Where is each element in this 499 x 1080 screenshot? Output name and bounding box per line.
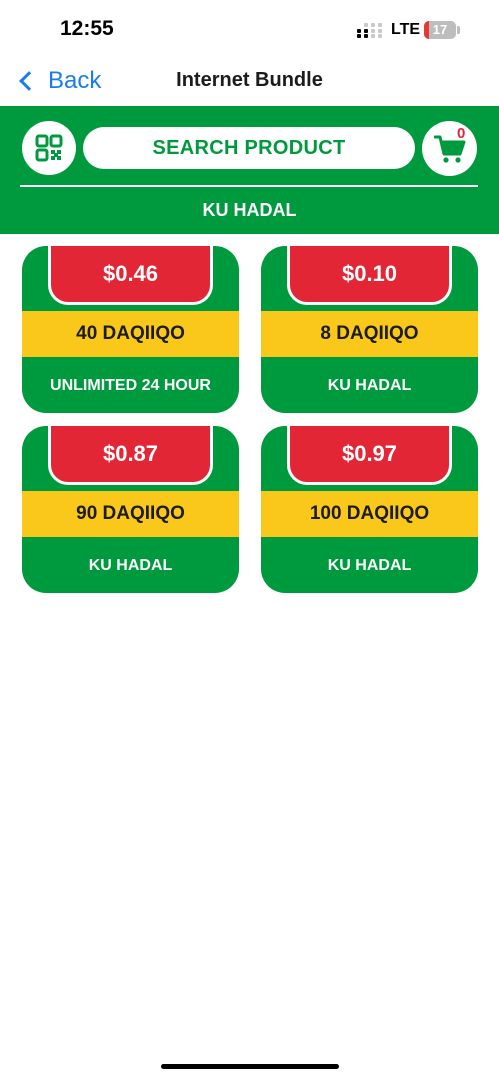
status-time: 12:55 — [60, 17, 114, 40]
product-name: 90 DAQIIQO — [76, 503, 185, 524]
product-description: UNLIMITED 24 HOUR — [50, 377, 211, 394]
product-description: KU HADAL — [88, 557, 173, 574]
navigation-bar: Back Internet Bundle — [0, 60, 499, 106]
page-title: Internet Bundle — [176, 69, 323, 91]
product-price: $0.97 — [341, 441, 398, 466]
product-price: $0.87 — [102, 441, 159, 466]
product-card[interactable]: $0.46 40 DAQIIQO UNLIMITED 24 HOUR — [22, 246, 239, 413]
product-name-band: 90 DAQIIQO — [22, 491, 239, 537]
product-description: KU HADAL — [327, 557, 412, 574]
search-product-button[interactable]: SEARCH PRODUCT — [83, 127, 415, 169]
product-name-band: 40 DAQIIQO — [22, 311, 239, 357]
product-name-band: 8 DAQIIQO — [261, 311, 478, 357]
product-name: 100 DAQIIQO — [309, 503, 430, 524]
cart-button[interactable] — [422, 121, 477, 176]
battery-cap — [457, 26, 460, 34]
product-price: $0.10 — [341, 261, 398, 286]
qr-code-icon — [35, 134, 63, 162]
network-type: LTE — [391, 21, 421, 38]
product-name: 40 DAQIIQO — [76, 323, 185, 344]
qr-scan-button[interactable] — [22, 121, 76, 175]
battery-icon: 17 — [424, 21, 456, 39]
product-card[interactable]: $0.10 8 DAQIIQO KU HADAL — [261, 246, 478, 413]
header-divider — [20, 185, 478, 187]
price-tag: $0.87 — [48, 426, 213, 485]
battery-level: 17 — [432, 22, 448, 37]
price-tag: $0.97 — [287, 426, 452, 485]
product-name-band: 100 DAQIIQO — [261, 491, 478, 537]
category-title: KU HADAL — [202, 200, 297, 220]
price-tag: $0.46 — [48, 246, 213, 305]
home-indicator[interactable] — [161, 1064, 339, 1069]
product-card[interactable]: $0.87 90 DAQIIQO KU HADAL — [22, 426, 239, 593]
cart-count-badge: 0 — [457, 125, 466, 142]
product-description: KU HADAL — [327, 377, 412, 394]
product-card[interactable]: $0.97 100 DAQIIQO KU HADAL — [261, 426, 478, 593]
product-price: $0.46 — [102, 261, 159, 286]
product-name: 8 DAQIIQO — [320, 323, 419, 344]
green-header: SEARCH PRODUCT KU HADAL — [0, 106, 499, 234]
signal-strength-icon — [357, 23, 383, 39]
price-tag: $0.10 — [287, 246, 452, 305]
search-label: SEARCH PRODUCT — [152, 136, 346, 159]
status-bar: 12:55 LTE 17 — [0, 0, 499, 60]
